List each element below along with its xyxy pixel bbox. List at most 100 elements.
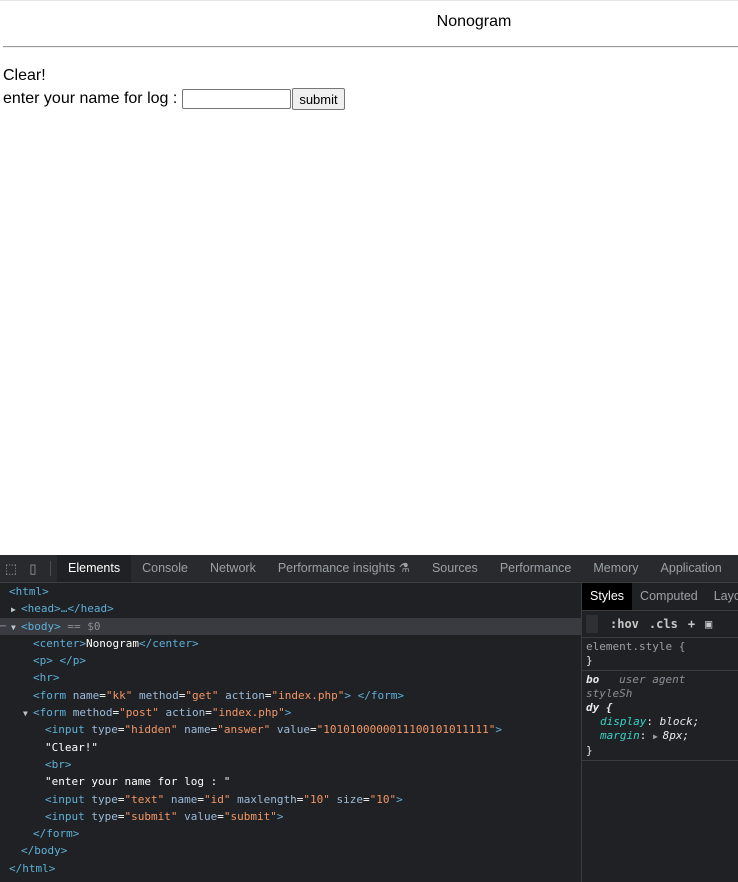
styles-tabbar: Styles Computed Layo	[582, 583, 738, 611]
tab-layout[interactable]: Layo	[706, 583, 738, 610]
devtools-tabbar: ⬚ ▯ Elements Console Network Performance…	[0, 555, 738, 583]
page-title: Nonogram	[436, 13, 512, 30]
dom-body-marker: == $0	[67, 619, 101, 633]
dom-attr-value: "10"	[369, 792, 397, 806]
dom-node-form-post[interactable]: ▼ <form method="post" action="index.php">	[0, 704, 581, 721]
dom-node-head[interactable]: ▶ <head>…</head>	[0, 600, 581, 617]
tab-application[interactable]: Application	[650, 555, 733, 582]
tab-elements[interactable]: Elements	[57, 555, 132, 582]
css-prop-value: block;	[659, 715, 700, 728]
dom-node-form-close[interactable]: </form>	[0, 825, 581, 842]
dom-br: <br>	[45, 757, 72, 771]
devtools-panel: ⬚ ▯ Elements Console Network Performance…	[0, 555, 738, 882]
rule-close-brace: }	[586, 744, 593, 757]
dom-attr-name: name	[72, 688, 100, 702]
name-input[interactable]	[182, 89, 292, 109]
dom-node-log-text[interactable]: "enter your name for log : "	[0, 773, 581, 790]
dom-attr-value: "answer"	[217, 723, 271, 737]
dom-attr-value: "10"	[303, 792, 330, 806]
dom-attr-name: action	[225, 688, 265, 702]
css-prop-name: margin	[600, 729, 640, 742]
body-selector-cont: dy {	[586, 701, 613, 714]
dom-center-text: Nonogram	[85, 636, 139, 650]
dom-gt: >	[396, 792, 403, 806]
dom-node-p[interactable]: <p> </p>	[0, 652, 581, 669]
dom-node-clear-text[interactable]: "Clear!"	[0, 739, 581, 756]
dom-node-hr[interactable]: <hr>	[0, 669, 581, 686]
dom-text-node: "Clear!"	[45, 740, 98, 754]
dom-attr-value: "hidden"	[124, 723, 178, 737]
dom-body-close: </body>	[21, 844, 68, 858]
dom-html-close: </html>	[9, 861, 56, 875]
dom-attr-value: "id"	[204, 792, 231, 806]
dom-form2-tag: <form	[33, 706, 67, 720]
body-selector: bo	[586, 673, 600, 686]
cls-toggle[interactable]: .cls	[649, 617, 678, 631]
user-agent-label: user agent styleSh	[586, 673, 686, 700]
paint-icon[interactable]: ▣	[705, 617, 712, 631]
dom-attr-name: method	[72, 706, 113, 720]
dom-node-body-close[interactable]: </body>	[0, 842, 581, 859]
device-toolbar-icon[interactable]: ▯	[22, 555, 44, 582]
tab-memory[interactable]: Memory	[582, 555, 649, 582]
dom-attr-name: type	[91, 809, 118, 823]
dom-node-input-text[interactable]: <input type="text" name="id" maxlength="…	[0, 791, 581, 808]
dom-node-form-get[interactable]: <form name="kk" method="get" action="ind…	[0, 687, 581, 704]
dom-gt: >	[276, 809, 284, 823]
dom-input-tag: <input	[45, 792, 85, 806]
filter-input[interactable]	[586, 615, 598, 633]
dom-attr-value: "kk"	[105, 688, 133, 702]
dom-attr-value: "get"	[185, 688, 219, 702]
inspect-element-icon[interactable]: ⬚	[0, 555, 22, 582]
expand-triangle-icon[interactable]: ▶	[11, 601, 21, 618]
dom-attr-value: "submit"	[223, 809, 277, 823]
tab-computed[interactable]: Computed	[632, 583, 706, 610]
dom-node-html-close[interactable]: </html>	[0, 860, 581, 877]
css-declaration[interactable]: margin: ▶ 8px;	[586, 729, 735, 744]
more-icon[interactable]: ⋯	[0, 618, 8, 635]
dom-attr-value: "submit"	[124, 809, 178, 823]
dom-attr-value: "index.php"	[211, 706, 285, 720]
page-viewport: Nonogram Clear! enter your name for log …	[0, 0, 738, 555]
dom-center-open: <center>	[33, 636, 86, 650]
dom-attr-name: name	[184, 723, 211, 737]
dom-input-tag: <input	[45, 809, 85, 823]
expand-triangle-icon[interactable]: ▶	[653, 732, 663, 741]
dom-attr-name: value	[184, 809, 218, 823]
hov-toggle[interactable]: :hov	[610, 617, 639, 631]
tab-styles[interactable]: Styles	[582, 583, 633, 610]
dom-body-open: <body>	[21, 619, 61, 633]
tab-console[interactable]: Console	[131, 555, 199, 582]
css-declaration[interactable]: display: block;	[586, 715, 735, 729]
dom-tree: <html> ▶ <head>…</head> ⋯ ▼ <body> == $0 <c…	[0, 583, 581, 882]
dom-html-open: <html>	[9, 585, 49, 598]
log-form: enter your name for log : submit	[3, 88, 345, 110]
dom-attr-name: type	[91, 723, 118, 737]
rule-close-brace: }	[586, 654, 593, 667]
styles-pane: Styles Computed Layo :hov .cls + ▣ eleme…	[581, 583, 738, 882]
submit-button[interactable]: submit	[292, 88, 345, 110]
dom-attr-name: value	[276, 723, 310, 737]
dom-attr-name: method	[139, 688, 179, 702]
clear-message: Clear!	[3, 67, 46, 84]
tab-sources[interactable]: Sources	[421, 555, 489, 582]
tab-network[interactable]: Network	[199, 555, 267, 582]
dom-node-body[interactable]: ⋯ ▼ <body> == $0	[0, 617, 581, 636]
add-rule-icon[interactable]: +	[688, 617, 695, 631]
collapse-triangle-icon[interactable]: ▼	[11, 619, 21, 636]
css-prop-name: display	[600, 715, 647, 728]
dom-node-input-hidden[interactable]: <input type="hidden" name="answer" value…	[0, 721, 581, 738]
log-label: enter your name for log :	[3, 90, 178, 107]
dom-attr-name: maxlength	[237, 792, 297, 806]
tab-performance-insights[interactable]: Performance insights ⚗	[267, 555, 421, 582]
css-prop-value: 8px;	[662, 729, 690, 742]
dom-node-br[interactable]: <br>	[0, 756, 581, 773]
dom-attr-value: "text"	[124, 792, 165, 806]
collapse-triangle-icon[interactable]: ▼	[23, 705, 33, 722]
dom-node-html[interactable]: <html>	[0, 583, 581, 600]
dom-p: <p> </p>	[33, 654, 86, 668]
dom-node-center[interactable]: <center>Nonogram</center>	[0, 635, 581, 652]
dom-node-input-submit[interactable]: <input type="submit" value="submit">	[0, 808, 581, 825]
element-style-rule: element.style { }	[582, 638, 738, 671]
tab-performance[interactable]: Performance	[489, 555, 583, 582]
